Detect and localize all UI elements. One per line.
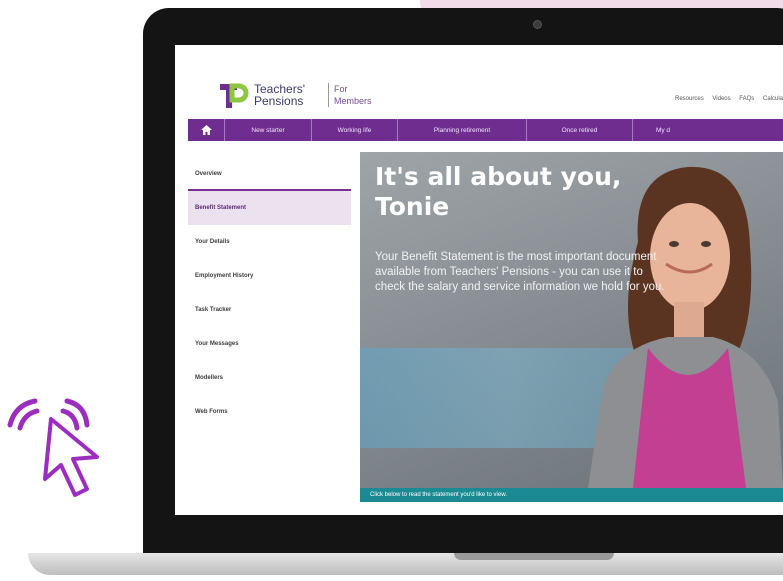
hero-title: It's all about you, Tonie xyxy=(375,162,621,222)
nav-new-starter[interactable]: New starter xyxy=(225,119,312,141)
sidebar-menu: Overview Benefit Statement Your Details … xyxy=(188,159,351,429)
logo-subtitle: For Members xyxy=(334,83,372,107)
sidebar-item-overview[interactable]: Overview xyxy=(188,159,351,191)
link-videos[interactable]: Videos xyxy=(712,96,730,102)
statement-caption-bar: Click below to read the statement you'd … xyxy=(360,488,783,502)
logo-line-2: Pensions xyxy=(254,94,304,108)
click-cursor-icon xyxy=(7,398,99,497)
sidebar-item-employment-history[interactable]: Employment History xyxy=(188,259,351,293)
link-faqs[interactable]: FAQs xyxy=(739,96,754,102)
site-logo[interactable]: Teachers' Pensions For Members xyxy=(218,80,408,112)
home-icon[interactable] xyxy=(188,119,225,141)
hero-description: Your Benefit Statement is the most impor… xyxy=(375,251,665,293)
hero-title-line-1: It's all about you, xyxy=(375,162,622,191)
logo-divider xyxy=(328,83,329,107)
nav-working-life[interactable]: Working life xyxy=(312,119,398,141)
camera-icon xyxy=(533,20,542,29)
utility-links: Resources Videos FAQs Calcula xyxy=(668,96,783,102)
main-navigation: New starter Working life Planning retire… xyxy=(188,119,783,141)
nav-planning-retirement[interactable]: Planning retirement xyxy=(398,119,527,141)
sidebar-item-your-details[interactable]: Your Details xyxy=(188,225,351,259)
link-calculators[interactable]: Calcula xyxy=(763,96,783,102)
laptop-screen: Teachers' Pensions For Members Resources… xyxy=(175,45,783,515)
logo-sub-1: For xyxy=(334,84,348,94)
laptop-hinge xyxy=(454,553,614,560)
link-resources[interactable]: Resources xyxy=(675,96,704,102)
sidebar-item-task-tracker[interactable]: Task Tracker xyxy=(188,293,351,327)
nav-once-retired[interactable]: Once retired xyxy=(527,119,633,141)
hero-title-line-2: Tonie xyxy=(375,192,450,221)
nav-my-details[interactable]: My d xyxy=(633,119,693,141)
sidebar-item-benefit-statement[interactable]: Benefit Statement xyxy=(188,191,351,225)
tp-logo-icon xyxy=(220,83,249,108)
logo-wordmark: Teachers' Pensions xyxy=(254,83,305,107)
sidebar-item-your-messages[interactable]: Your Messages xyxy=(188,327,351,361)
hero-banner: It's all about you, Tonie Your Benefit S… xyxy=(360,152,783,488)
laptop-base xyxy=(28,553,783,575)
sidebar-item-modellers[interactable]: Modellers xyxy=(188,361,351,395)
logo-sub-2: Members xyxy=(334,96,372,106)
sidebar-item-web-forms[interactable]: Web Forms xyxy=(188,395,351,429)
